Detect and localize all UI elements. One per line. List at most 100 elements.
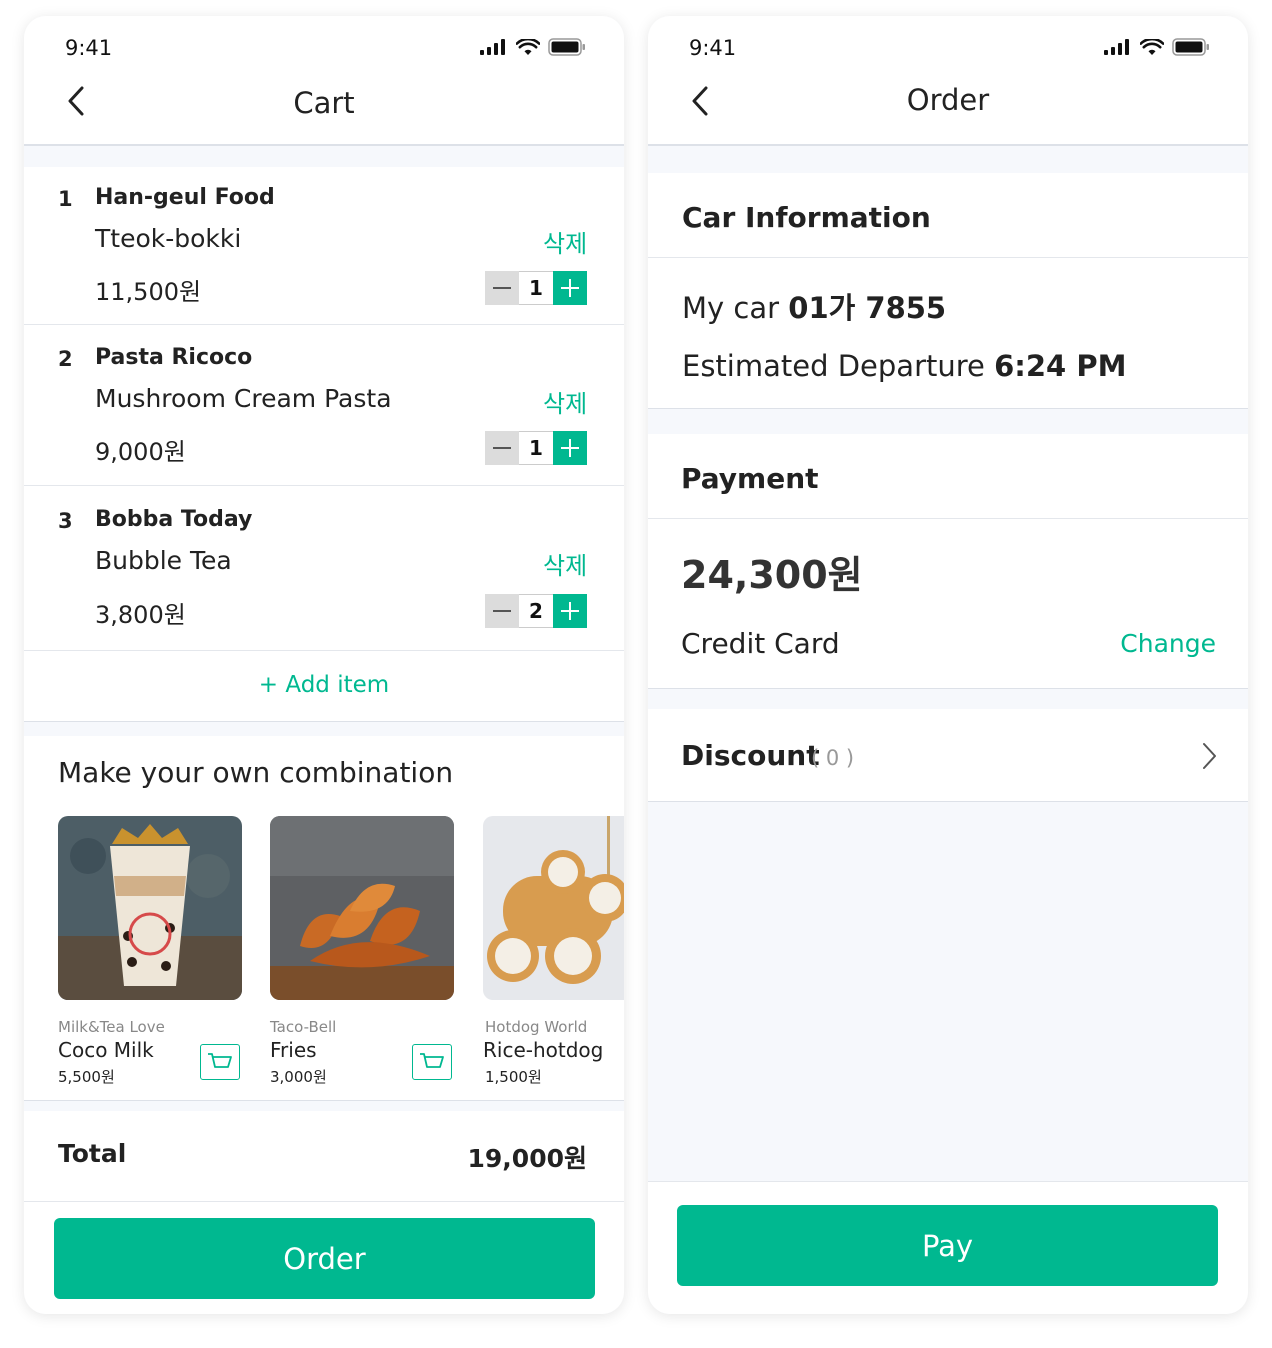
- signal-icon: [480, 39, 505, 55]
- item-name: Mushroom Cream Pasta: [95, 384, 392, 413]
- cart-icon: [208, 1053, 232, 1068]
- divider: [24, 324, 624, 325]
- item-shop: Bobba Today: [95, 507, 253, 532]
- quantity-stepper: 2: [485, 594, 587, 628]
- combo-price: 3,000원: [270, 1068, 327, 1086]
- divider: [24, 650, 624, 651]
- add-to-cart-button[interactable]: [200, 1044, 240, 1080]
- total-row: Total 19,000원: [24, 1111, 624, 1201]
- decrease-button[interactable]: [485, 431, 519, 465]
- item-index: 2: [58, 347, 73, 371]
- change-payment-button[interactable]: Change: [1120, 629, 1216, 658]
- signal-icon: [1104, 39, 1129, 55]
- increase-button[interactable]: [553, 431, 587, 465]
- order-screen: 9:41 Order Car Information My car 01가 78…: [648, 16, 1248, 1314]
- order-button[interactable]: Order: [54, 1218, 595, 1299]
- combo-shop: Hotdog World: [485, 1018, 588, 1036]
- discount-row[interactable]: Discount ( 0 ): [648, 709, 1248, 801]
- quantity-value: 1: [519, 431, 553, 465]
- delete-button[interactable]: 삭제: [543, 546, 587, 581]
- combo-card[interactable]: Hotdog World Rice-hotdog 1,500원: [483, 816, 624, 1086]
- departure-label: Estimated Departure: [682, 349, 985, 383]
- status-icons: [480, 38, 586, 56]
- my-car-label: My car: [682, 291, 780, 325]
- item-price: 11,500원: [95, 278, 202, 306]
- item-shop: Pasta Ricoco: [95, 345, 253, 370]
- minus-icon: [493, 287, 511, 289]
- wifi-icon: [516, 38, 540, 55]
- payment-title: Payment: [681, 462, 819, 495]
- status-time: 9:41: [689, 36, 737, 60]
- increase-button[interactable]: [553, 271, 587, 305]
- minus-icon: [493, 610, 511, 612]
- delete-button[interactable]: 삭제: [543, 384, 587, 419]
- car-info-section: Car Information My car 01가 7855 Estimate…: [648, 173, 1248, 408]
- plus-icon: [561, 279, 579, 297]
- order-header: 9:41 Order: [648, 16, 1248, 146]
- rice-hotdog-image: [483, 816, 624, 1000]
- combo-price: 1,500원: [485, 1068, 542, 1086]
- coco-milk-image: [58, 816, 242, 1000]
- combo-card[interactable]: Milk&Tea Love Coco Milk 5,500원: [58, 816, 242, 1086]
- divider: [24, 485, 624, 486]
- increase-button[interactable]: [553, 594, 587, 628]
- plus-icon: [561, 602, 579, 620]
- quantity-stepper: 1: [485, 431, 587, 465]
- cart-header: 9:41 Cart: [24, 16, 624, 146]
- fries-image: [270, 816, 454, 1000]
- plus-icon: [561, 439, 579, 457]
- car-info-title: Car Information: [682, 201, 931, 234]
- status-time: 9:41: [65, 36, 113, 60]
- item-index: 3: [58, 509, 73, 533]
- payment-section: Payment 24,300원 Credit Card Change: [648, 434, 1248, 688]
- cart-screen: 9:41 Cart 1 Han-geul Food Tteok-bokki 삭제…: [24, 16, 624, 1314]
- cart-items: 1 Han-geul Food Tteok-bokki 삭제 11,500원 1…: [24, 167, 624, 721]
- add-to-cart-button[interactable]: [412, 1044, 452, 1080]
- battery-icon: [1172, 38, 1209, 56]
- quantity-value: 1: [519, 271, 553, 305]
- divider: [24, 721, 624, 722]
- delete-button[interactable]: 삭제: [543, 224, 587, 259]
- item-name: Bubble Tea: [95, 546, 232, 575]
- divider: [648, 801, 1248, 802]
- divider: [648, 408, 1248, 409]
- status-icons: [1104, 38, 1210, 56]
- cart-icon: [420, 1053, 444, 1068]
- page-title: Cart: [293, 86, 355, 120]
- payment-amount: 24,300원: [681, 553, 863, 597]
- total-value: 19,000원: [467, 1144, 587, 1173]
- combo-name: Fries: [270, 1038, 317, 1062]
- discount-count: ( 0 ): [811, 746, 855, 770]
- item-price: 3,800원: [95, 601, 186, 629]
- battery-icon: [548, 38, 585, 56]
- chevron-right-icon: [1203, 743, 1216, 769]
- divider: [648, 257, 1248, 258]
- departure-row: Estimated Departure 6:24 PM: [682, 349, 1126, 383]
- quantity-value: 2: [519, 594, 553, 628]
- departure-value: 6:24 PM: [994, 349, 1127, 383]
- decrease-button[interactable]: [485, 594, 519, 628]
- combo-shop: Taco-Bell: [270, 1018, 337, 1036]
- divider: [648, 688, 1248, 689]
- combination-title: Make your own combination: [58, 756, 454, 789]
- pay-button[interactable]: Pay: [677, 1205, 1218, 1286]
- decrease-button[interactable]: [485, 271, 519, 305]
- combo-shop: Milk&Tea Love: [58, 1018, 165, 1036]
- item-name: Tteok-bokki: [95, 224, 242, 253]
- payment-method: Credit Card: [681, 627, 840, 660]
- minus-icon: [493, 447, 511, 449]
- item-index: 1: [58, 187, 73, 211]
- wifi-icon: [1140, 38, 1164, 55]
- total-label: Total: [58, 1139, 127, 1168]
- item-shop: Han-geul Food: [95, 185, 275, 210]
- divider: [24, 1100, 624, 1101]
- discount-label: Discount: [681, 739, 820, 772]
- combo-name: Coco Milk: [58, 1038, 154, 1062]
- combo-name: Rice-hotdog: [483, 1038, 604, 1062]
- combo-price: 5,500원: [58, 1068, 115, 1086]
- quantity-stepper: 1: [485, 271, 587, 305]
- page-title: Order: [906, 83, 990, 117]
- combo-card[interactable]: Taco-Bell Fries 3,000원: [270, 816, 454, 1086]
- divider: [648, 518, 1248, 519]
- add-item-button[interactable]: + Add item: [24, 672, 624, 698]
